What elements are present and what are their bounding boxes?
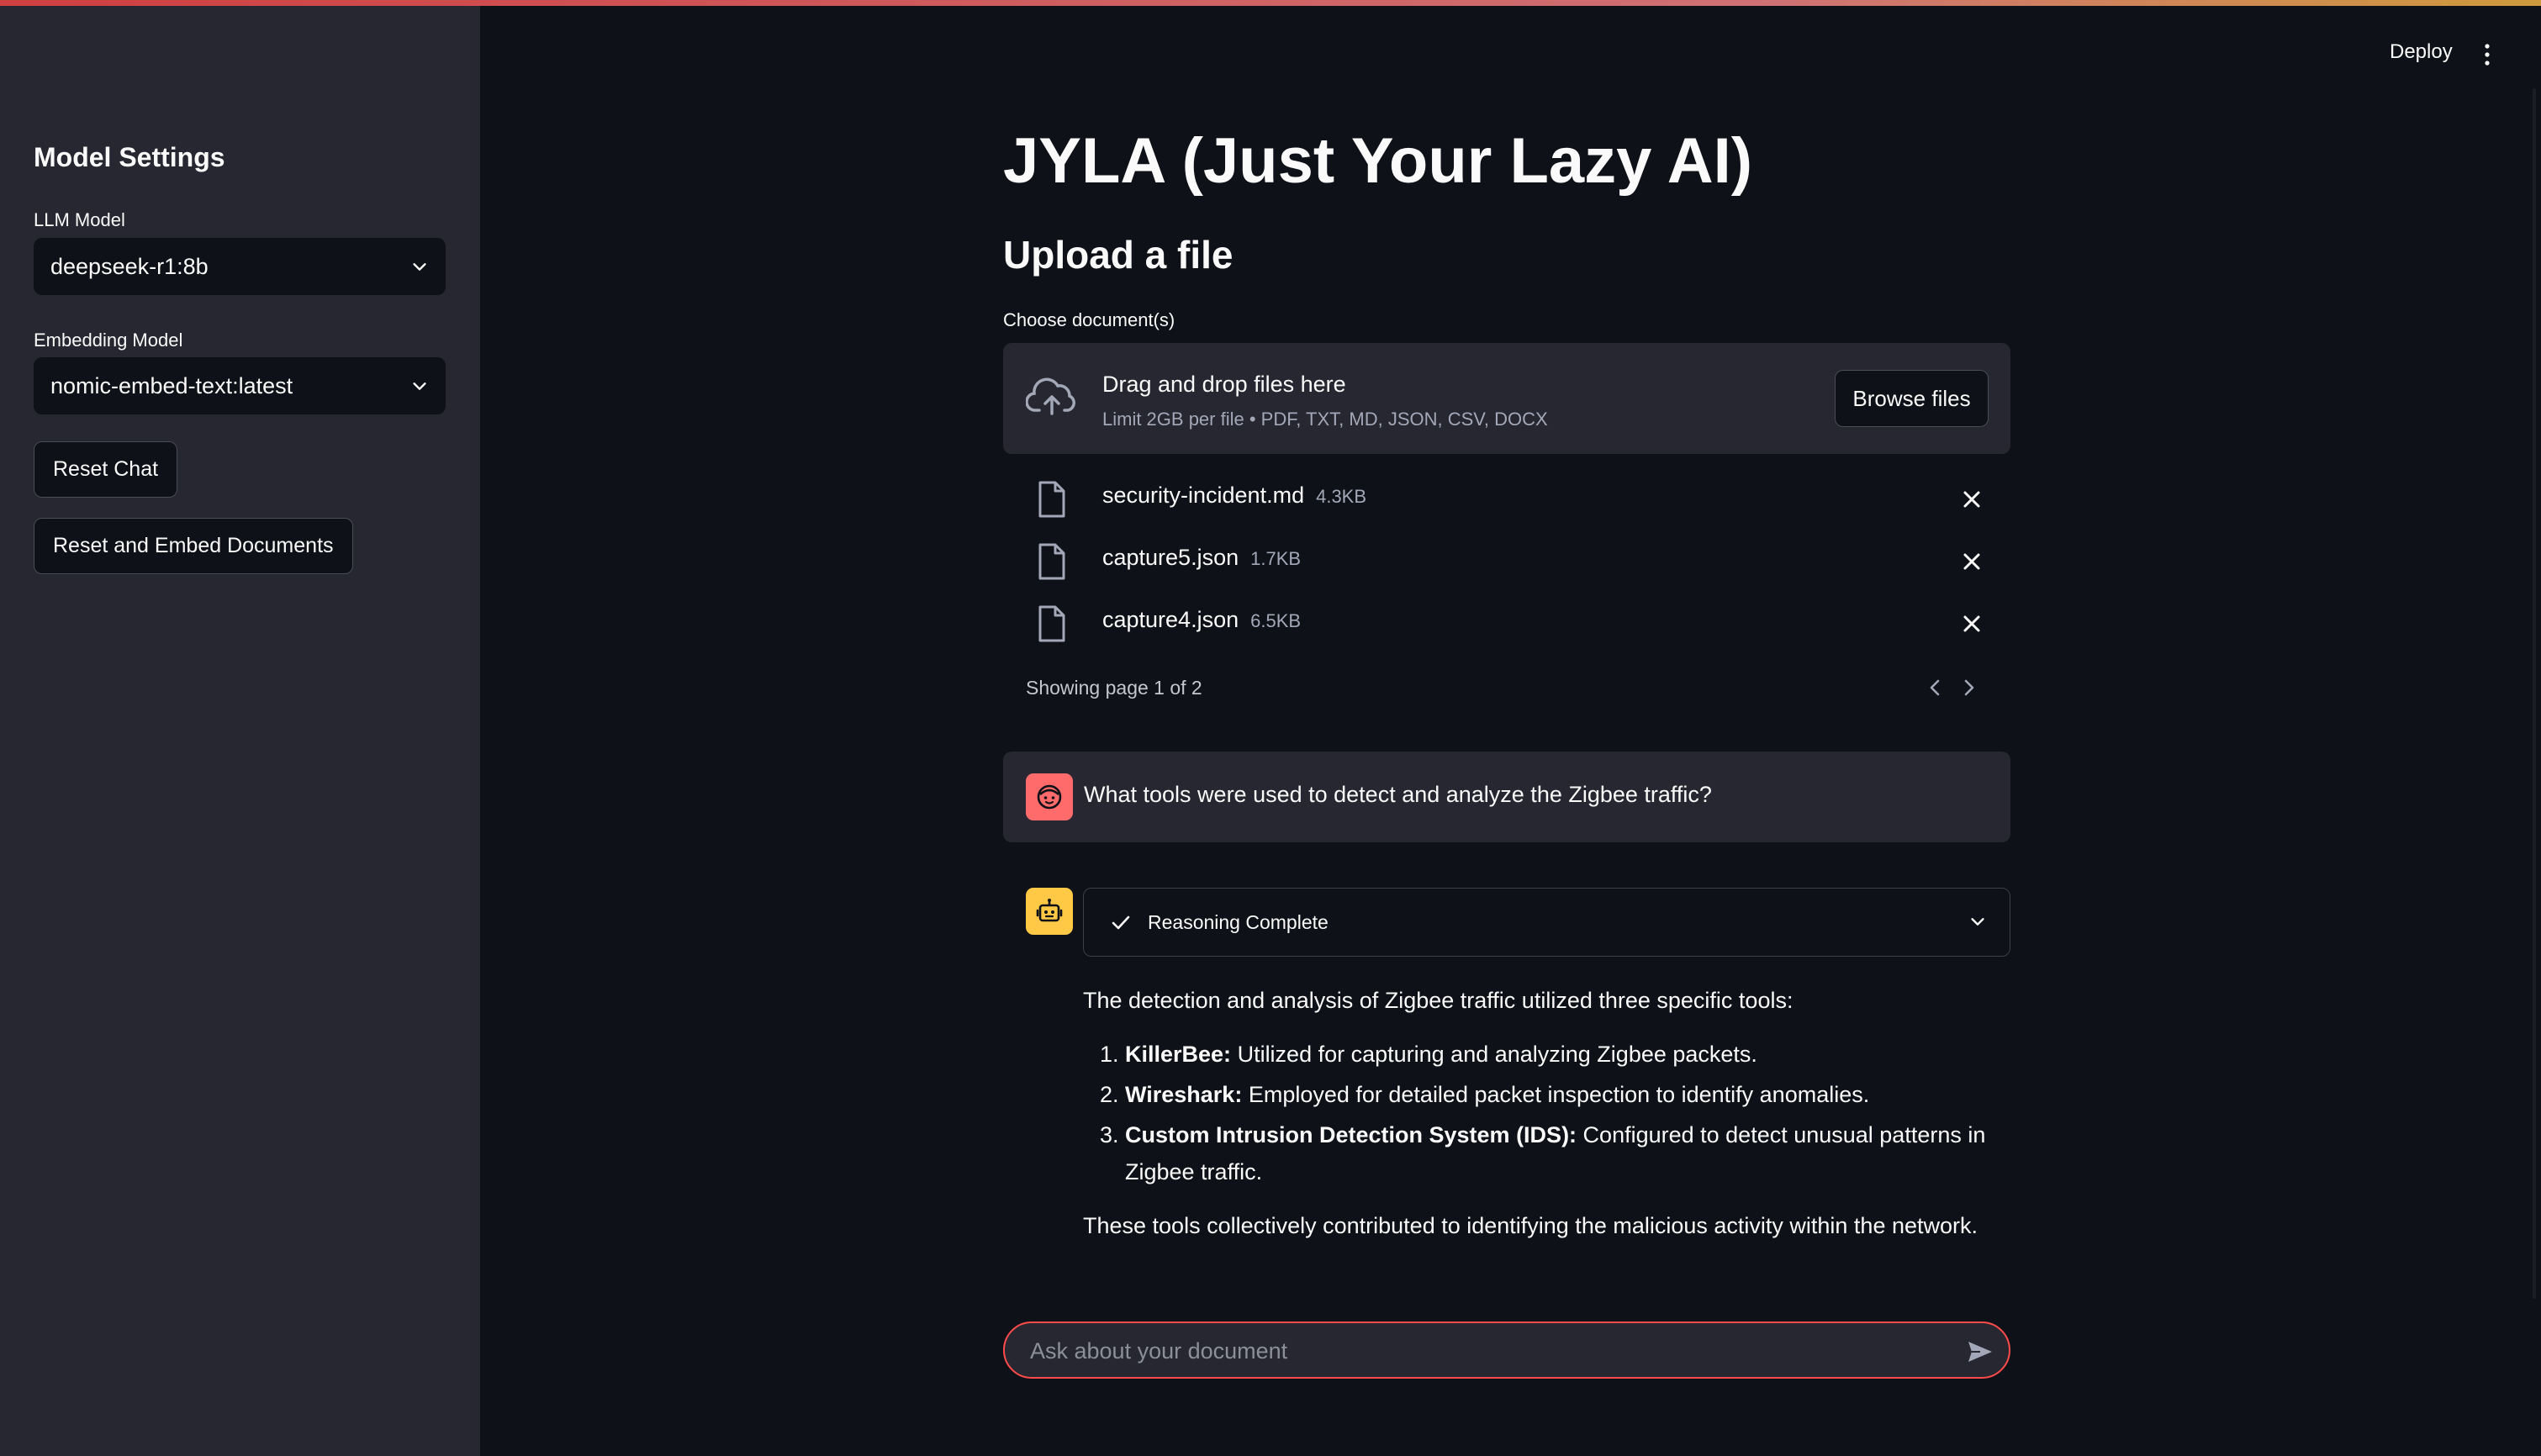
dropzone-limit-text: Limit 2GB per file • PDF, TXT, MD, JSON,… xyxy=(1102,409,1548,430)
answer-intro: The detection and analysis of Zigbee tra… xyxy=(1083,988,1793,1013)
file-name: capture4.json xyxy=(1102,607,1239,632)
browse-files-button[interactable]: Browse files xyxy=(1835,370,1989,427)
embedding-model-select[interactable]: nomic-embed-text:latest xyxy=(34,357,446,414)
face-icon xyxy=(1037,784,1062,810)
cloud-upload-icon xyxy=(1026,377,1075,415)
reasoning-status: Reasoning Complete xyxy=(1148,911,1329,933)
pagination-info: Showing page 1 of 2 xyxy=(1026,677,1202,699)
assistant-message: The detection and analysis of Zigbee tra… xyxy=(1083,982,2016,1244)
robot-icon xyxy=(1036,899,1063,922)
remove-file-icon[interactable] xyxy=(1962,614,1982,634)
sidebar: Model Settings LLM Model deepseek-r1:8b … xyxy=(0,6,480,1456)
llm-model-value: deepseek-r1:8b xyxy=(50,253,209,279)
kebab-menu-icon[interactable] xyxy=(2482,42,2492,67)
file-icon xyxy=(1038,481,1065,518)
page-title: JYLA (Just Your Lazy AI) xyxy=(1003,125,1753,197)
tool-description: Utilized for capturing and analyzing Zig… xyxy=(1231,1042,1757,1067)
reasoning-expander[interactable]: Reasoning Complete xyxy=(1083,888,2010,957)
section-title: Upload a file xyxy=(1003,233,1234,277)
user-chat-message: What tools were used to detect and analy… xyxy=(1003,752,2010,842)
chevron-down-icon xyxy=(1971,918,1984,926)
top-decoration-bar xyxy=(0,0,2541,6)
file-icon xyxy=(1038,543,1065,580)
uploaded-file-row: capture5.json 1.7KB xyxy=(1003,536,2010,587)
chevron-right-icon[interactable] xyxy=(1961,678,1978,698)
deploy-button[interactable]: Deploy xyxy=(2390,40,2453,64)
tools-list: KillerBee: Utilized for capturing and an… xyxy=(1083,1036,2016,1190)
file-name: security-incident.md xyxy=(1102,483,1305,508)
list-item: Wireshark: Employed for detailed packet … xyxy=(1125,1076,2016,1113)
file-size: 4.3KB xyxy=(1316,486,1367,507)
llm-model-label: LLM Model xyxy=(34,209,125,230)
embedding-model-label: Embedding Model xyxy=(34,330,183,351)
check-icon xyxy=(1112,915,1130,930)
user-message-text: What tools were used to detect and analy… xyxy=(1084,782,1712,807)
list-item: Custom Intrusion Detection System (IDS):… xyxy=(1125,1116,2016,1190)
user-avatar xyxy=(1026,773,1073,820)
uploaded-file-row: security-incident.md 4.3KB xyxy=(1003,474,2010,525)
chevron-left-icon[interactable] xyxy=(1926,678,1943,698)
sidebar-title: Model Settings xyxy=(34,142,225,172)
remove-file-icon[interactable] xyxy=(1962,551,1982,572)
file-icon xyxy=(1038,605,1065,642)
embedding-model-value: nomic-embed-text:latest xyxy=(50,372,293,398)
assistant-avatar xyxy=(1026,888,1073,935)
remove-file-icon[interactable] xyxy=(1962,489,1982,509)
reset-chat-button[interactable]: Reset Chat xyxy=(34,441,178,498)
dropzone-instructions: Drag and drop files here xyxy=(1102,372,1346,397)
file-size: 6.5KB xyxy=(1250,610,1302,631)
llm-model-select[interactable]: deepseek-r1:8b xyxy=(34,238,446,295)
chat-input-container xyxy=(1003,1321,2010,1379)
file-dropzone[interactable]: Drag and drop files here Limit 2GB per f… xyxy=(1003,343,2010,454)
scrollbar[interactable] xyxy=(2533,88,2536,1299)
reset-embed-documents-button[interactable]: Reset and Embed Documents xyxy=(34,518,353,574)
tool-name: Custom Intrusion Detection System (IDS): xyxy=(1125,1122,1577,1147)
tool-name: Wireshark: xyxy=(1125,1082,1243,1107)
uploaded-file-row: capture4.json 6.5KB xyxy=(1003,599,2010,649)
chevron-down-icon xyxy=(413,382,426,390)
send-icon[interactable] xyxy=(1967,1340,1994,1364)
uploader-label: Choose document(s) xyxy=(1003,309,1175,330)
chevron-down-icon xyxy=(413,263,426,271)
file-name: capture5.json xyxy=(1102,545,1239,570)
tool-name: KillerBee: xyxy=(1125,1042,1232,1067)
answer-outro: These tools collectively contributed to … xyxy=(1083,1213,1978,1238)
tool-description: Employed for detailed packet inspection … xyxy=(1242,1082,1870,1107)
list-item: KillerBee: Utilized for capturing and an… xyxy=(1125,1036,2016,1073)
chat-input[interactable] xyxy=(1028,1332,1920,1370)
file-size: 1.7KB xyxy=(1250,548,1302,569)
